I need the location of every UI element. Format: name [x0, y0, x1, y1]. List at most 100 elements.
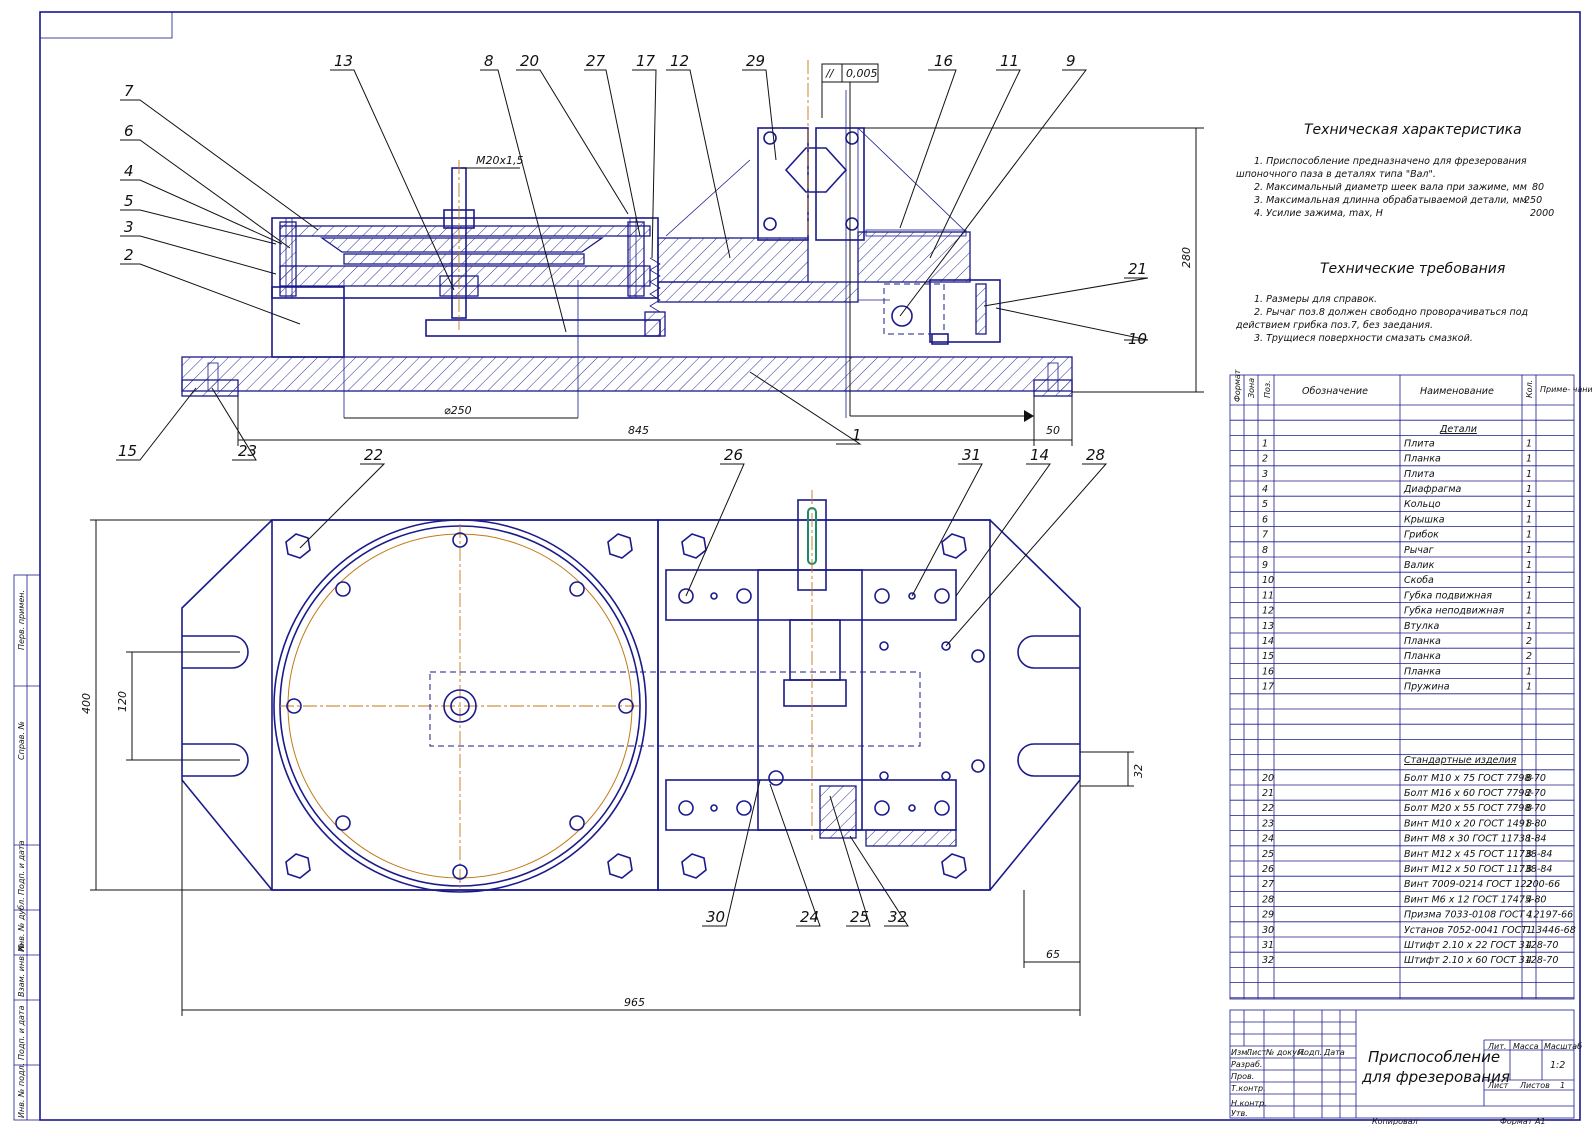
tech-req-line-2: 2. Рычаг поз.8 должен свободно проворачи…	[1254, 307, 1529, 318]
spec-row-pos: 16	[1262, 666, 1274, 677]
spec-row-pos: 30	[1262, 925, 1274, 936]
drawing-canvas: Перв. примен. Справ. № Подп. и дата Инв.…	[13, 11, 1592, 1125]
spec-row-name: Болт М16 х 60 ГОСТ 7798-70	[1404, 788, 1546, 799]
spec-row-qty: 8	[1526, 849, 1532, 860]
spec-row-pos: 22	[1262, 803, 1274, 814]
spec-row-qty: 1	[1526, 606, 1532, 617]
margin-label-reference: Справ. №	[17, 721, 26, 760]
spec-row-name: Планка	[1404, 636, 1441, 647]
callout-27: 27	[586, 52, 606, 70]
spec-row-pos: 27	[1262, 879, 1274, 890]
spec-row-pos: 8	[1262, 545, 1268, 556]
spec-row-pos: 24	[1262, 834, 1274, 845]
tb-role-ncontrol: Н.контр.	[1231, 1099, 1267, 1108]
spec-row-pos: 7	[1262, 530, 1268, 541]
tech-req-line-4: 3. Трущиеся поверхности смазать смазкой.	[1254, 333, 1473, 344]
spec-row-pos: 20	[1262, 773, 1274, 784]
spec-row-qty: 1	[1526, 925, 1532, 936]
tech-char-value-3: 80	[1532, 182, 1544, 193]
spec-row-qty: 1	[1526, 666, 1532, 677]
title-block: Изм. Лист № докум. Подп. Дата Разраб. Пр…	[1229, 1009, 1582, 1119]
format-label: Формат А1	[1500, 1117, 1546, 1125]
spec-row-name: Кольцо	[1404, 499, 1441, 510]
spec-row-name: Грибок	[1404, 530, 1439, 541]
spec-table-header: Формат Зона Поз. Обозначение Наименовани…	[1233, 369, 1592, 402]
callout-13: 13	[334, 52, 353, 70]
spec-row-qty: 8	[1526, 818, 1532, 829]
callout-11: 11	[1000, 52, 1019, 70]
plan-view-leaders	[299, 463, 1108, 927]
dim-965: 965	[624, 996, 645, 1009]
dim-120: 120	[116, 691, 129, 712]
callout-3: 3	[124, 218, 134, 236]
spec-row-pos: 11	[1262, 590, 1274, 601]
dim-280: 280	[1180, 247, 1193, 268]
dim-400: 400	[80, 693, 93, 714]
spec-row-qty: 1	[1526, 469, 1532, 480]
tb-head-list: Лист	[1245, 1048, 1267, 1057]
callout-25: 25	[850, 908, 869, 926]
callout-26: 26	[724, 446, 743, 464]
callout-7: 7	[124, 82, 134, 100]
tb-lit-label: Лит.	[1487, 1042, 1506, 1051]
spec-row-name: Плита	[1404, 438, 1435, 449]
spec-row-pos: 9	[1262, 560, 1268, 571]
spec-row-name: Установ 7052-0041 ГОСТ 13446-68	[1404, 925, 1576, 936]
tech-req-heading: Технические требования	[1320, 261, 1505, 277]
callout-15: 15	[118, 442, 137, 460]
margin-label-sign-date-1: Подп. и дата	[17, 840, 26, 895]
spec-row-pos: 21	[1262, 788, 1274, 799]
spec-row-qty: 2	[1526, 636, 1532, 647]
spec-row-name: Планка	[1404, 666, 1441, 677]
tb-sheets-label: Листов	[1519, 1081, 1550, 1090]
spec-table-rows: 1 Плита 12 Планка 13 Плита 14 Диафрагма 15 Кольцо…	[1230, 419, 1576, 999]
tb-head-sign: Подп.	[1298, 1048, 1322, 1057]
tb-role-approve: Утв.	[1231, 1109, 1248, 1118]
spec-row-name: Втулка	[1404, 621, 1439, 632]
spec-row-pos: 3	[1262, 469, 1268, 480]
callout-5: 5	[124, 192, 134, 210]
spec-row-pos: 29	[1262, 910, 1274, 921]
spec-row-name: Призма 7033-0108 ГОСТ 12197-66	[1404, 910, 1573, 921]
spec-row-qty: 4	[1526, 955, 1532, 966]
spec-row-pos: 14	[1262, 636, 1274, 647]
spec-col-designation: Обозначение	[1302, 386, 1368, 397]
spec-row-name: Штифт 2.10 х 60 ГОСТ 3128-70	[1404, 955, 1558, 966]
tech-char-line-3: 2. Максимальный диаметр шеек вала при за…	[1254, 182, 1527, 193]
callout-21: 21	[1128, 260, 1147, 278]
dim-diameter-250: ⌀250	[444, 404, 472, 417]
spec-row-name: Скоба	[1404, 575, 1434, 586]
spec-row-qty: 1	[1526, 575, 1532, 586]
spec-col-name: Наименование	[1420, 386, 1494, 397]
tech-char-line-2: шпоночного паза в деталях типа "Вал".	[1236, 169, 1436, 180]
spec-row-qty: 2	[1526, 651, 1532, 662]
spec-row-pos: 28	[1262, 894, 1274, 905]
callout-14: 14	[1030, 446, 1049, 464]
spec-row-qty: 8	[1526, 864, 1532, 875]
tb-sheets-count: 1	[1560, 1081, 1565, 1090]
callout-10: 10	[1128, 330, 1147, 348]
tol-parallel-value: 0,005	[846, 67, 878, 80]
spec-row-name: Губка неподвижная	[1404, 606, 1504, 617]
callout-6: 6	[124, 122, 134, 140]
spec-row-name: Валик	[1404, 560, 1435, 571]
dim-32: 32	[1132, 764, 1145, 778]
callout-9: 9	[1066, 52, 1076, 70]
margin-label-first-use: Перв. примен.	[17, 590, 26, 650]
spec-row-qty: 4	[1526, 894, 1532, 905]
spec-row-qty: 1	[1526, 438, 1532, 449]
spec-row-qty: 1	[1526, 499, 1532, 510]
spec-row-qty: 1	[1526, 621, 1532, 632]
plan-view-callouts: 22 26 31 14 28 30 24 25 32	[364, 446, 1105, 926]
spec-row-qty: 1	[1526, 454, 1532, 465]
tb-role-checker: Пров.	[1231, 1072, 1254, 1081]
screw-heads	[678, 588, 985, 816]
tech-char-value-5: 2000	[1530, 208, 1554, 219]
spec-row-pos: 26	[1262, 864, 1274, 875]
callout-12: 12	[670, 52, 689, 70]
spec-row-qty: 2	[1526, 788, 1532, 799]
spec-row-name: Планка	[1404, 651, 1441, 662]
spec-row-pos: 1	[1262, 438, 1268, 449]
spec-row-qty: 1	[1526, 682, 1532, 693]
spec-row-qty: 8	[1526, 803, 1532, 814]
